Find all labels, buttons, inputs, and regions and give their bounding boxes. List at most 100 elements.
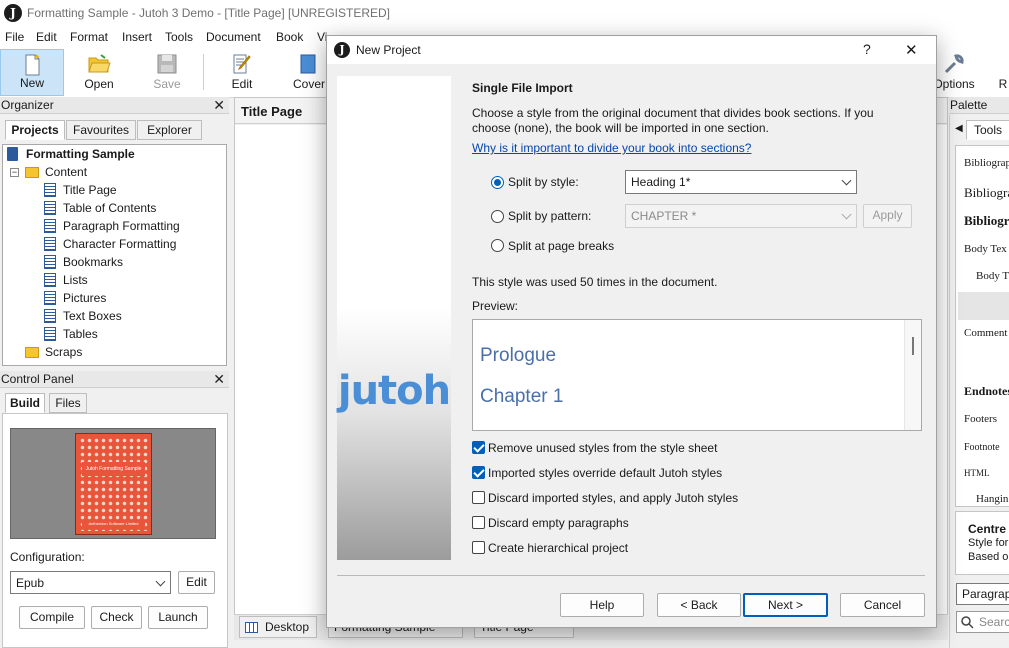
hierarchical-project-label[interactable]: Create hierarchical project — [488, 541, 628, 555]
control-panel-header: Control Panel ✕ — [0, 371, 229, 388]
new-button[interactable]: New — [0, 49, 64, 96]
save-button[interactable]: Save — [138, 49, 196, 96]
tree-item-label: Table of Contents — [63, 201, 157, 215]
cover-icon — [300, 54, 316, 74]
style-item[interactable]: Hangin — [976, 493, 1008, 505]
style-item[interactable]: HTML — [964, 468, 990, 478]
search-placeholder: Searc — [979, 615, 1009, 629]
open-label: Open — [84, 77, 114, 91]
toolbar-r-button[interactable]: R — [988, 49, 1009, 96]
style-item[interactable]: Body T — [976, 270, 1009, 282]
tab-desktop[interactable]: Desktop — [239, 616, 317, 638]
palette-title: Palette — [950, 98, 988, 112]
sections-help-link[interactable]: Why is it important to divide your book … — [472, 141, 751, 155]
style-item[interactable]: Comment — [964, 327, 1007, 339]
options-button[interactable]: Options — [930, 49, 978, 96]
organizer-header: Organizer ✕ — [0, 97, 229, 114]
chevron-down-icon — [155, 576, 166, 587]
tab-tools[interactable]: Tools — [966, 120, 1009, 140]
tree-item-label: Tables — [63, 327, 98, 341]
open-button[interactable]: Open — [70, 49, 128, 96]
tab-build[interactable]: Build — [5, 393, 45, 413]
discard-imported-styles-label[interactable]: Discard imported styles, and apply Jutoh… — [488, 491, 738, 505]
menu-format[interactable]: Format — [70, 30, 108, 44]
hierarchical-project-checkbox[interactable] — [472, 541, 485, 554]
split-by-style-radio[interactable] — [491, 176, 504, 189]
menu-edit[interactable]: Edit — [36, 30, 57, 44]
new-project-dialog: J New Project ? ✕ jutoh Single File Impo… — [326, 35, 937, 628]
discard-empty-paragraphs-checkbox[interactable] — [472, 516, 485, 529]
launch-button[interactable]: Launch — [148, 606, 208, 629]
style-item-selected[interactable] — [958, 292, 1009, 320]
menu-tools[interactable]: Tools — [165, 30, 193, 44]
apply-pattern-button[interactable]: Apply — [863, 204, 912, 228]
imported-styles-override-checkbox[interactable] — [472, 466, 485, 479]
remove-unused-styles-label[interactable]: Remove unused styles from the style shee… — [488, 441, 717, 455]
menu-document[interactable]: Document — [206, 30, 261, 44]
imported-styles-override-label[interactable]: Imported styles override default Jutoh s… — [488, 466, 722, 480]
style-item[interactable]: Footers — [964, 413, 997, 425]
dialog-close-icon[interactable]: ✕ — [905, 41, 918, 59]
save-label: Save — [153, 77, 181, 91]
cover-pattern — [79, 437, 148, 531]
split-at-page-breaks-label[interactable]: Split at page breaks — [508, 239, 614, 253]
style-item[interactable]: Bibliogr — [964, 213, 1009, 229]
dialog-help-icon[interactable]: ? — [863, 41, 871, 57]
paragraph-style-select[interactable]: Paragrap — [956, 583, 1009, 605]
compile-button[interactable]: Compile — [19, 606, 85, 629]
split-at-page-breaks-radio[interactable] — [491, 239, 504, 252]
tab-files[interactable]: Files — [49, 393, 87, 413]
tree-item-label: Bookmarks — [63, 255, 124, 269]
window-titlebar: J Formatting Sample - Jutoh 3 Demo - [Ti… — [0, 0, 1009, 28]
tab-explorer[interactable]: Explorer — [137, 120, 202, 140]
split-by-style-label[interactable]: Split by style: — [508, 175, 579, 189]
cancel-button[interactable]: Cancel — [840, 593, 925, 617]
tab-desktop-label: Desktop — [265, 620, 310, 634]
organizer-close-icon[interactable]: ✕ — [213, 98, 225, 112]
menu-file[interactable]: File — [5, 30, 24, 44]
style-item[interactable]: Bibliograp — [964, 157, 1009, 169]
import-description: Choose a style from the original documen… — [472, 106, 874, 135]
tree-item-label: Pictures — [63, 291, 107, 305]
style-item[interactable]: Endnotes — [964, 384, 1009, 399]
preview-heading: Chapter 1 — [480, 386, 564, 407]
split-style-select[interactable]: Heading 1* — [625, 170, 857, 194]
scraps-label: Scraps — [45, 345, 83, 359]
check-button[interactable]: Check — [91, 606, 142, 629]
collapse-icon[interactable]: − — [10, 168, 19, 177]
help-button[interactable]: Help — [560, 593, 644, 617]
split-by-pattern-label[interactable]: Split by pattern: — [508, 209, 591, 223]
palette-scroll-left-icon[interactable]: ◀ — [955, 123, 963, 134]
next-button[interactable]: Next > — [743, 593, 828, 617]
document-icon — [44, 309, 56, 323]
style-item[interactable]: Body Tex — [964, 243, 1007, 255]
menu-insert[interactable]: Insert — [122, 30, 152, 44]
tab-projects[interactable]: Projects — [5, 120, 65, 140]
back-button[interactable]: < Back — [657, 593, 741, 617]
toolbar-r-label: R — [998, 77, 1008, 91]
split-pattern-combo[interactable]: CHAPTER * — [625, 204, 857, 228]
style-item[interactable]: Footnote — [964, 442, 1000, 453]
tab-favourites[interactable]: Favourites — [66, 120, 136, 140]
tree-item-label: Title Page — [63, 183, 117, 197]
cover-publisher: Anthemion Software Limited — [82, 520, 145, 528]
preview-scrollbar-thumb[interactable] — [912, 337, 914, 355]
jutoh-logo: jutoh — [337, 368, 451, 414]
import-heading: Single File Import — [472, 81, 573, 95]
control-panel-close-icon[interactable]: ✕ — [213, 372, 225, 386]
menu-book[interactable]: Book — [276, 30, 303, 44]
document-icon — [44, 291, 56, 305]
preview-scrollbar[interactable] — [904, 320, 921, 430]
style-item[interactable]: Bibliogra — [964, 185, 1009, 201]
new-document-icon — [25, 54, 40, 76]
discard-empty-paragraphs-label[interactable]: Discard empty paragraphs — [488, 516, 629, 530]
split-pattern-value: CHAPTER * — [631, 209, 697, 223]
edit-button[interactable]: Edit — [214, 49, 270, 96]
editor-doc-title: Title Page — [241, 104, 303, 119]
palette-search-input[interactable]: Searc — [956, 611, 1009, 633]
configuration-select[interactable]: Epub — [10, 571, 171, 594]
remove-unused-styles-checkbox[interactable] — [472, 441, 485, 454]
split-by-pattern-radio[interactable] — [491, 210, 504, 223]
discard-imported-styles-checkbox[interactable] — [472, 491, 485, 504]
configuration-edit-button[interactable]: Edit — [178, 571, 215, 594]
